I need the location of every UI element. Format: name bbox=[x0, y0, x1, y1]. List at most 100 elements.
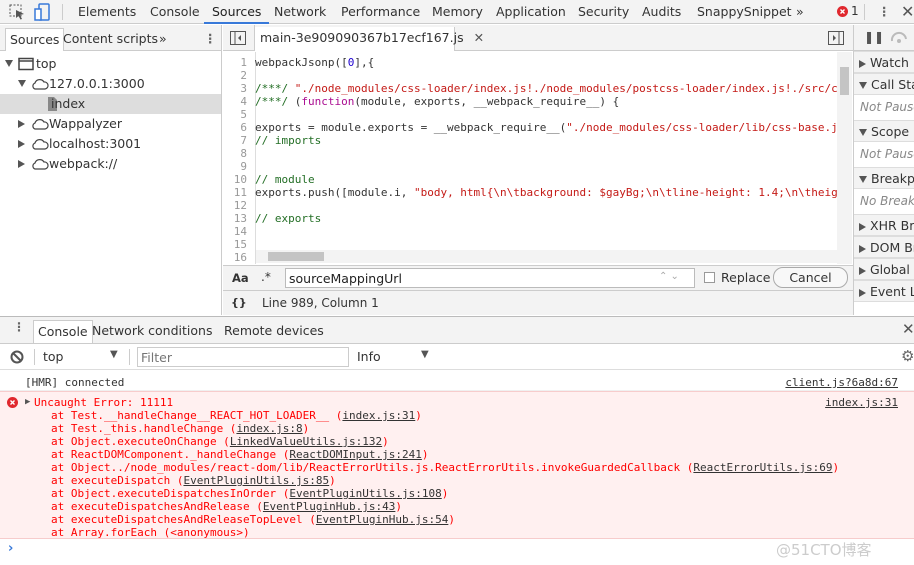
tab-snappysnippet[interactable]: SnappySnippet bbox=[697, 0, 792, 24]
line-number[interactable]: 12 bbox=[223, 199, 251, 212]
sidebar-section-header[interactable]: Event Listener Breakpoints bbox=[854, 280, 914, 302]
filter-input[interactable] bbox=[137, 347, 349, 367]
error-count[interactable]: 1 bbox=[851, 0, 859, 24]
tab-sources[interactable]: Sources bbox=[5, 28, 65, 51]
tree-item[interactable]: index bbox=[0, 94, 221, 114]
console-prompt[interactable]: › bbox=[8, 541, 13, 556]
more-tabs-button[interactable]: » bbox=[155, 28, 171, 51]
tree-item[interactable]: top bbox=[0, 54, 221, 74]
line-number[interactable]: 8 bbox=[223, 147, 251, 160]
tab-network[interactable]: Network bbox=[274, 0, 326, 24]
tab-application[interactable]: Application bbox=[496, 0, 566, 24]
sidebar-section-header[interactable]: XHR Breakpoints bbox=[854, 214, 914, 236]
tab-memory[interactable]: Memory bbox=[432, 0, 483, 24]
stack-frame-link[interactable]: ReactErrorUtils.js:69 bbox=[693, 461, 832, 474]
chevron-down-icon[interactable]: ▼ bbox=[110, 349, 118, 360]
tab-content-scripts[interactable]: Content scripts bbox=[59, 28, 162, 51]
vertical-scrollbar[interactable] bbox=[837, 52, 852, 264]
line-number[interactable]: 11 bbox=[223, 186, 251, 199]
sidebar-section-header[interactable]: Global Listeners bbox=[854, 258, 914, 280]
tab-security[interactable]: Security bbox=[578, 0, 629, 24]
stack-frame-link[interactable]: EventPluginHub.js:54 bbox=[316, 513, 448, 526]
line-number[interactable]: 15 bbox=[223, 238, 251, 251]
line-number[interactable]: 2 bbox=[223, 69, 251, 82]
kebab-menu-icon[interactable]: ⋮ bbox=[13, 320, 25, 334]
stack-frame-link[interactable]: ReactDOMInput.js:241 bbox=[289, 448, 421, 461]
collapsed-triangle-icon[interactable] bbox=[18, 120, 25, 128]
line-number[interactable]: 14 bbox=[223, 225, 251, 238]
stack-frame-link[interactable]: EventPluginUtils.js:85 bbox=[183, 474, 329, 487]
pretty-print-icon[interactable]: {} bbox=[231, 296, 247, 309]
replace-checkbox[interactable] bbox=[704, 272, 715, 283]
log-level-select[interactable]: Info bbox=[357, 349, 381, 364]
file-tab[interactable]: main-3e909090367b17ecf167.js ✕ bbox=[255, 27, 484, 51]
line-number[interactable]: 9 bbox=[223, 160, 251, 173]
code-area[interactable]: 1 webpackJsonp([0],{2 3/***/ "./node_modul… bbox=[223, 52, 853, 264]
error-icon[interactable] bbox=[837, 6, 848, 17]
message-source-link[interactable]: client.js?6a8d:67 bbox=[785, 376, 898, 389]
kebab-menu-icon[interactable]: ⋮ bbox=[200, 28, 221, 51]
clear-console-icon[interactable] bbox=[10, 350, 24, 364]
more-tabs-button[interactable]: » bbox=[796, 0, 804, 24]
horizontal-scrollbar[interactable] bbox=[256, 250, 837, 263]
expanded-triangle-icon[interactable] bbox=[18, 80, 26, 87]
expanded-triangle-icon[interactable] bbox=[5, 60, 13, 67]
tab-console[interactable]: Console bbox=[150, 0, 200, 24]
collapsed-triangle-icon[interactable] bbox=[18, 160, 25, 168]
search-prev-next[interactable]: ⌃ ⌄ bbox=[659, 271, 679, 282]
tab-console[interactable]: Console bbox=[33, 320, 93, 343]
tab-performance[interactable]: Performance bbox=[341, 0, 420, 24]
chevron-down-icon[interactable]: ▼ bbox=[421, 349, 429, 360]
line-number[interactable]: 1 bbox=[223, 56, 251, 69]
step-over-icon[interactable] bbox=[890, 31, 908, 43]
sidebar-section-header[interactable]: DOM Breakpoints bbox=[854, 236, 914, 258]
tab-audits[interactable]: Audits bbox=[642, 0, 681, 24]
tab-network-conditions[interactable]: Network conditions bbox=[88, 320, 216, 343]
expand-triangle-icon[interactable]: ▶ bbox=[25, 396, 30, 409]
sidebar-section-header[interactable]: Breakpoints bbox=[854, 167, 914, 189]
match-case-button[interactable]: Aa bbox=[232, 271, 249, 285]
inspect-element-icon[interactable] bbox=[9, 4, 25, 20]
frame-icon bbox=[18, 57, 36, 71]
pause-icon[interactable]: ❚❚ bbox=[864, 30, 884, 44]
tab-elements[interactable]: Elements bbox=[78, 0, 136, 24]
close-tab-icon[interactable]: ✕ bbox=[474, 30, 484, 45]
tree-item[interactable]: localhost:3001 bbox=[0, 134, 221, 154]
regex-button[interactable]: .* bbox=[261, 270, 271, 284]
tree-item[interactable]: webpack:// bbox=[0, 154, 221, 174]
line-number[interactable]: 4 bbox=[223, 95, 251, 108]
sidebar-section-header[interactable]: Scope bbox=[854, 120, 914, 142]
line-number[interactable]: 7 bbox=[223, 134, 251, 147]
line-number[interactable]: 5 bbox=[223, 108, 251, 121]
toggle-debugger-icon[interactable] bbox=[828, 31, 844, 45]
gear-icon[interactable]: ⚙ bbox=[901, 347, 914, 365]
close-drawer-icon[interactable]: ✕ bbox=[902, 320, 914, 338]
stack-frame-link[interactable]: EventPluginHub.js:43 bbox=[263, 500, 395, 513]
line-number[interactable]: 10 bbox=[223, 173, 251, 186]
tab-remote-devices[interactable]: Remote devices bbox=[220, 320, 328, 343]
context-select[interactable]: top bbox=[43, 349, 63, 364]
sidebar-section-header[interactable]: Call Stack bbox=[854, 73, 914, 95]
tree-item[interactable]: 127.0.0.1:3000 bbox=[0, 74, 221, 94]
tree-item[interactable]: Wappalyzer bbox=[0, 114, 221, 134]
kebab-menu-icon[interactable]: ⋮ bbox=[878, 0, 891, 24]
device-toolbar-icon[interactable] bbox=[34, 3, 50, 21]
error-source-link[interactable]: index.js:31 bbox=[825, 396, 898, 409]
stack-frame-link[interactable]: index.js:8 bbox=[236, 422, 302, 435]
line-number[interactable]: 13 bbox=[223, 212, 251, 225]
line-number[interactable]: 16 bbox=[223, 251, 251, 264]
stack-frame-link[interactable]: index.js:31 bbox=[342, 409, 415, 422]
sidebar-section-header[interactable]: Watch bbox=[854, 51, 914, 73]
stack-frame-link[interactable]: LinkedValueUtils.js:132 bbox=[230, 435, 382, 448]
cancel-button[interactable]: Cancel bbox=[773, 267, 848, 288]
collapsed-triangle-icon[interactable] bbox=[18, 140, 25, 148]
stack-frame-link[interactable]: EventPluginUtils.js:108 bbox=[289, 487, 441, 500]
line-number[interactable]: 6 bbox=[223, 121, 251, 134]
tab-sources[interactable]: Sources bbox=[204, 0, 270, 24]
search-input[interactable] bbox=[285, 268, 695, 288]
line-number[interactable]: 3 bbox=[223, 82, 251, 95]
code-line: 1 webpackJsonp([0],{ bbox=[223, 56, 833, 69]
close-icon[interactable]: ✕ bbox=[901, 0, 914, 24]
error-text[interactable]: Uncaught Error: 11111 bbox=[34, 396, 173, 409]
toggle-navigator-icon[interactable] bbox=[230, 31, 246, 45]
